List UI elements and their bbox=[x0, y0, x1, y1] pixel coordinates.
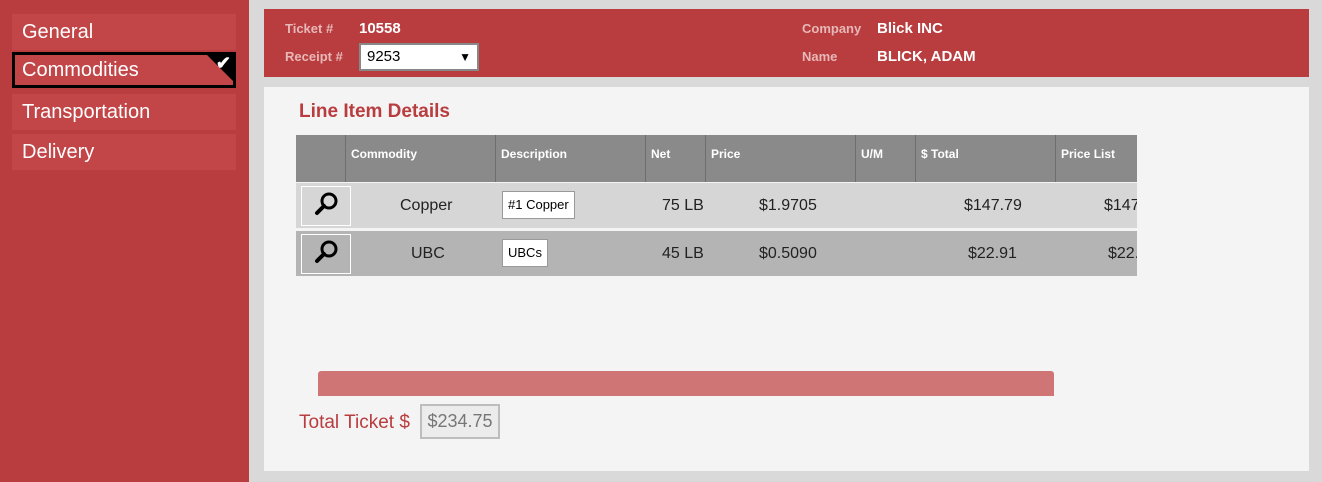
column-header-um[interactable]: U/M bbox=[856, 135, 916, 182]
description-input[interactable]: #1 Copper bbox=[502, 191, 575, 219]
receipt-label: Receipt # bbox=[285, 49, 343, 64]
cell-price: $0.5090 bbox=[759, 245, 817, 262]
sidebar-item-label: Delivery bbox=[22, 141, 95, 163]
company-label: Company bbox=[802, 21, 862, 36]
sidebar-item-delivery[interactable]: Delivery bbox=[12, 134, 236, 170]
sidebar-item-general[interactable]: General bbox=[12, 14, 236, 50]
receipt-value: 9253 bbox=[367, 48, 401, 65]
sidebar-item-transportation[interactable]: Transportation bbox=[12, 94, 236, 130]
column-header-price-list[interactable]: Price List bbox=[1056, 135, 1137, 182]
grid-header: Commodity Description Net Price U/M $ To… bbox=[296, 135, 1137, 182]
chevron-down-icon: ▼ bbox=[459, 50, 471, 64]
section-title: Line Item Details bbox=[299, 101, 450, 122]
sidebar-item-label: Commodities bbox=[22, 59, 139, 81]
cell-total: $22.91 bbox=[968, 245, 1017, 262]
sidebar: General Commodities ✔ Transportation Del… bbox=[0, 0, 249, 482]
total-value-field: $234.75 bbox=[420, 404, 500, 439]
receipt-select[interactable]: 9253 ▼ bbox=[359, 43, 479, 71]
ticket-value: 10558 bbox=[359, 20, 401, 37]
column-header-description[interactable]: Description bbox=[496, 135, 646, 182]
cell-net: 75 LB bbox=[662, 197, 704, 214]
search-icon bbox=[315, 240, 338, 263]
row-search-button[interactable] bbox=[301, 234, 351, 274]
ticket-header: Ticket # 10558 Receipt # 9253 ▼ Company … bbox=[264, 9, 1309, 77]
checkmark-icon: ✔ bbox=[215, 53, 231, 73]
cell-price-list: $22. bbox=[1108, 245, 1137, 262]
description-input[interactable]: UBCs bbox=[502, 239, 548, 267]
cell-commodity: Copper bbox=[400, 197, 453, 214]
sidebar-item-commodities[interactable]: Commodities ✔ bbox=[12, 52, 236, 88]
search-icon bbox=[315, 192, 338, 215]
sidebar-item-label: Transportation bbox=[22, 101, 151, 123]
cell-total: $147.79 bbox=[964, 197, 1022, 214]
ticket-label: Ticket # bbox=[285, 21, 334, 36]
line-items-grid: Commodity Description Net Price U/M $ To… bbox=[296, 135, 1137, 277]
horizontal-scrollbar[interactable] bbox=[318, 371, 1054, 396]
cell-net: 45 LB bbox=[662, 245, 704, 262]
cell-commodity: UBC bbox=[411, 245, 445, 262]
sidebar-item-label: General bbox=[22, 21, 94, 43]
column-header-price[interactable]: Price bbox=[706, 135, 856, 182]
table-row: UBC UBCs 45 LB $0.5090 $22.91 $22. bbox=[296, 231, 1137, 276]
column-header-action bbox=[296, 135, 346, 182]
column-header-total[interactable]: $ Total bbox=[916, 135, 1056, 182]
total-label: Total Ticket $ bbox=[299, 412, 410, 433]
cell-price: $1.9705 bbox=[759, 197, 817, 214]
table-row: Copper #1 Copper 75 LB $1.9705 $147.79 $… bbox=[296, 183, 1137, 228]
column-header-net[interactable]: Net bbox=[646, 135, 706, 182]
column-header-commodity[interactable]: Commodity bbox=[346, 135, 496, 182]
company-value: Blick INC bbox=[877, 20, 943, 37]
cell-price-list: $147 bbox=[1104, 197, 1137, 214]
line-items-panel: Line Item Details Commodity Description … bbox=[264, 87, 1309, 471]
row-search-button[interactable] bbox=[301, 186, 351, 226]
name-label: Name bbox=[802, 49, 838, 64]
name-value: BLICK, ADAM bbox=[877, 48, 976, 65]
